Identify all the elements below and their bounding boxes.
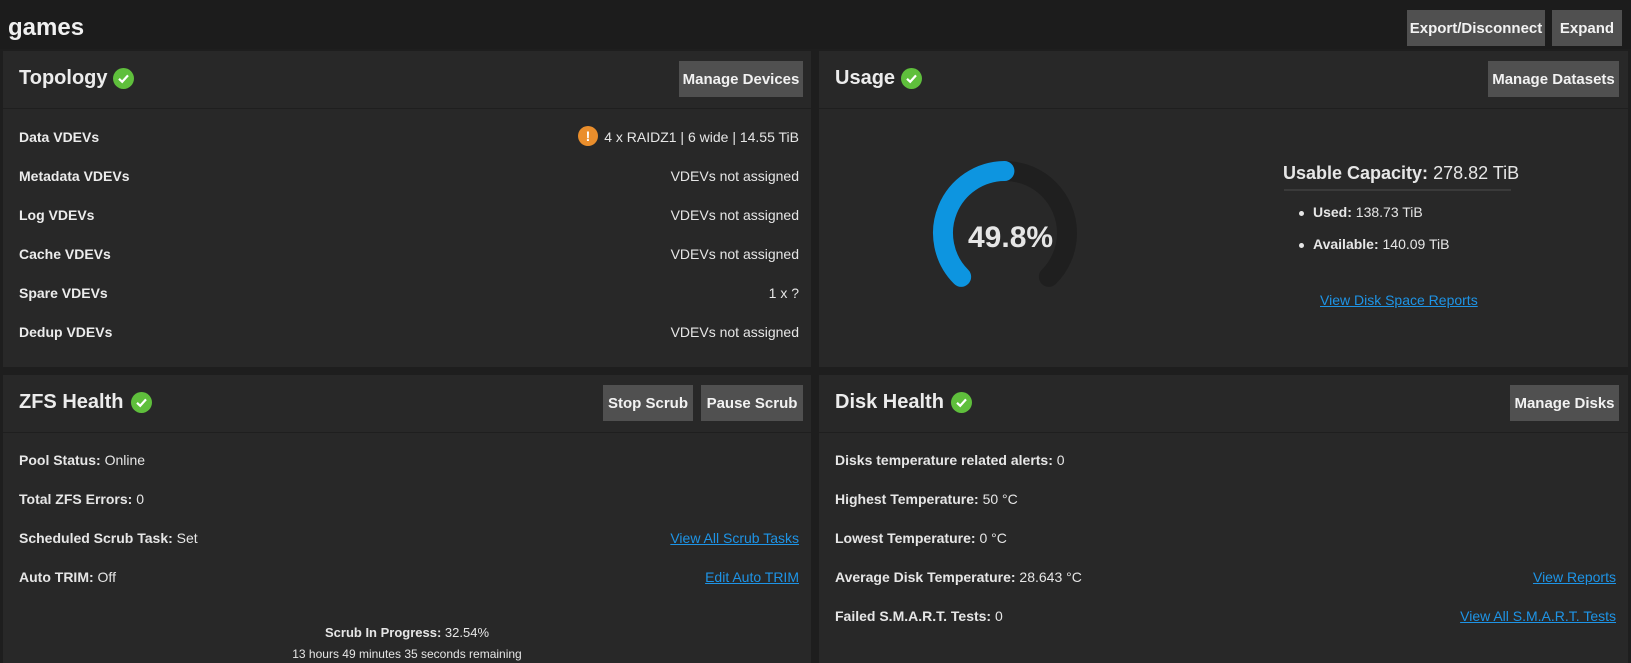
- used-label: Used:: [1313, 204, 1352, 220]
- temp-alerts-label: Disks temperature related alerts:: [835, 452, 1053, 468]
- pool-status-label: Pool Status:: [19, 452, 101, 468]
- dedup-vdevs-label: Dedup VDEVs: [19, 324, 113, 340]
- temp-alerts-value: 0: [1056, 452, 1065, 468]
- log-vdevs-value: VDEVs not assigned: [670, 207, 799, 223]
- expand-button[interactable]: Expand: [1552, 10, 1622, 46]
- auto-trim-label: Auto TRIM:: [19, 569, 94, 585]
- edit-auto-trim-link[interactable]: Edit Auto TRIM: [705, 569, 799, 585]
- zfs-errors-label: Total ZFS Errors:: [19, 491, 133, 507]
- smart-tests-label: Failed S.M.A.R.T. Tests:: [835, 608, 992, 624]
- view-scrub-tasks-link[interactable]: View All Scrub Tasks: [670, 530, 799, 546]
- usage-header: Usage Manage Datasets: [819, 51, 1628, 109]
- pool-status-row: Pool Status: Online: [19, 452, 145, 468]
- manage-devices-button[interactable]: Manage Devices: [679, 61, 803, 97]
- available-label: Available:: [1313, 236, 1379, 252]
- scrub-progress-label: Scrub In Progress:: [324, 625, 442, 640]
- used-row: Used: 138.73 TiB: [1313, 204, 1423, 220]
- topology-header: Topology Manage Devices: [3, 51, 811, 109]
- bullet: [1299, 211, 1304, 216]
- spare-vdevs-value: 1 x ?: [768, 285, 799, 301]
- check-circle-icon: [131, 392, 152, 413]
- highest-temp-row: Highest Temperature: 50 °C: [835, 491, 1018, 507]
- view-smart-tests-link[interactable]: View All S.M.A.R.T. Tests: [1460, 608, 1616, 624]
- scrub-task-value: Set: [176, 530, 198, 546]
- smart-tests-value: 0: [995, 608, 1003, 624]
- scrub-task-label: Scheduled Scrub Task:: [19, 530, 173, 546]
- spare-vdevs-label: Spare VDEVs: [19, 285, 108, 301]
- warning-icon: !: [578, 126, 598, 146]
- avg-temp-row: Average Disk Temperature: 28.643 °C: [835, 569, 1082, 585]
- manage-disks-button[interactable]: Manage Disks: [1510, 385, 1619, 421]
- pause-scrub-button[interactable]: Pause Scrub: [701, 385, 803, 421]
- highest-temp-value: 50 °C: [982, 491, 1018, 507]
- data-vdevs-label: Data VDEVs: [19, 129, 100, 145]
- view-reports-link[interactable]: View Reports: [1533, 569, 1616, 585]
- bullet: [1299, 243, 1304, 248]
- topology-card: Topology Manage Devices Data VDEVs ! 4 x…: [3, 51, 811, 367]
- lowest-temp-label: Lowest Temperature:: [835, 530, 976, 546]
- usable-capacity-value: 278.82 TiB: [1433, 163, 1520, 183]
- auto-trim-value: Off: [97, 569, 116, 585]
- check-circle-icon: [113, 68, 134, 89]
- metadata-vdevs-label: Metadata VDEVs: [19, 168, 130, 184]
- available-value: 140.09 TiB: [1382, 236, 1450, 252]
- pool-name: games: [8, 14, 85, 41]
- scrub-progress-value: 32.54%: [444, 625, 490, 640]
- pool-status-value: Online: [104, 452, 146, 468]
- zfs-health-header: ZFS Health Stop Scrub Pause Scrub: [3, 375, 811, 433]
- export-disconnect-button[interactable]: Export/Disconnect: [1407, 10, 1545, 46]
- usage-title: Usage: [835, 67, 896, 89]
- highest-temp-label: Highest Temperature:: [835, 491, 979, 507]
- smart-tests-row: Failed S.M.A.R.T. Tests: 0: [835, 608, 1003, 624]
- available-row: Available: 140.09 TiB: [1313, 236, 1449, 252]
- log-vdevs-label: Log VDEVs: [19, 207, 95, 223]
- view-disk-space-reports-link[interactable]: View Disk Space Reports: [1320, 292, 1478, 308]
- manage-datasets-button[interactable]: Manage Datasets: [1488, 61, 1619, 97]
- check-circle-icon: [901, 68, 922, 89]
- pool-header: games Export/Disconnect Expand: [0, 0, 1631, 49]
- used-value: 138.73 TiB: [1355, 204, 1423, 220]
- avg-temp-label: Average Disk Temperature:: [835, 569, 1016, 585]
- zfs-health-title: ZFS Health: [19, 391, 124, 413]
- usable-capacity: Usable Capacity: 278.82 TiB: [1283, 163, 1519, 184]
- data-vdevs-value: 4 x RAIDZ1 | 6 wide | 14.55 TiB: [604, 129, 799, 145]
- capacity-divider: [1284, 189, 1511, 191]
- zfs-errors-row: Total ZFS Errors: 0: [19, 491, 144, 507]
- usable-capacity-label: Usable Capacity:: [1283, 163, 1429, 183]
- cache-vdevs-value: VDEVs not assigned: [670, 246, 799, 262]
- usage-percent: 49.8%: [968, 221, 1054, 254]
- auto-trim-row: Auto TRIM: Off: [19, 569, 116, 585]
- topology-title: Topology: [19, 67, 108, 89]
- temp-alerts-row: Disks temperature related alerts: 0: [835, 452, 1065, 468]
- scrub-progress: Scrub In Progress: 32.54%: [3, 625, 811, 640]
- metadata-vdevs-value: VDEVs not assigned: [670, 168, 799, 184]
- stop-scrub-button[interactable]: Stop Scrub: [603, 385, 693, 421]
- scrub-remaining: 13 hours 49 minutes 35 seconds remaining: [292, 647, 522, 661]
- check-circle-icon: [951, 392, 972, 413]
- zfs-errors-value: 0: [136, 491, 144, 507]
- lowest-temp-row: Lowest Temperature: 0 °C: [835, 530, 1007, 546]
- avg-temp-value: 28.643 °C: [1019, 569, 1082, 585]
- cache-vdevs-label: Cache VDEVs: [19, 246, 111, 262]
- dedup-vdevs-value: VDEVs not assigned: [670, 324, 799, 340]
- scrub-task-row: Scheduled Scrub Task: Set: [19, 530, 198, 546]
- disk-health-card: Disk Health Manage Disks Disks temperatu…: [819, 375, 1628, 663]
- lowest-temp-value: 0 °C: [979, 530, 1007, 546]
- zfs-health-card: ZFS Health Stop Scrub Pause Scrub Pool S…: [3, 375, 811, 663]
- disk-health-title: Disk Health: [835, 391, 944, 413]
- disk-health-header: Disk Health Manage Disks: [819, 375, 1628, 433]
